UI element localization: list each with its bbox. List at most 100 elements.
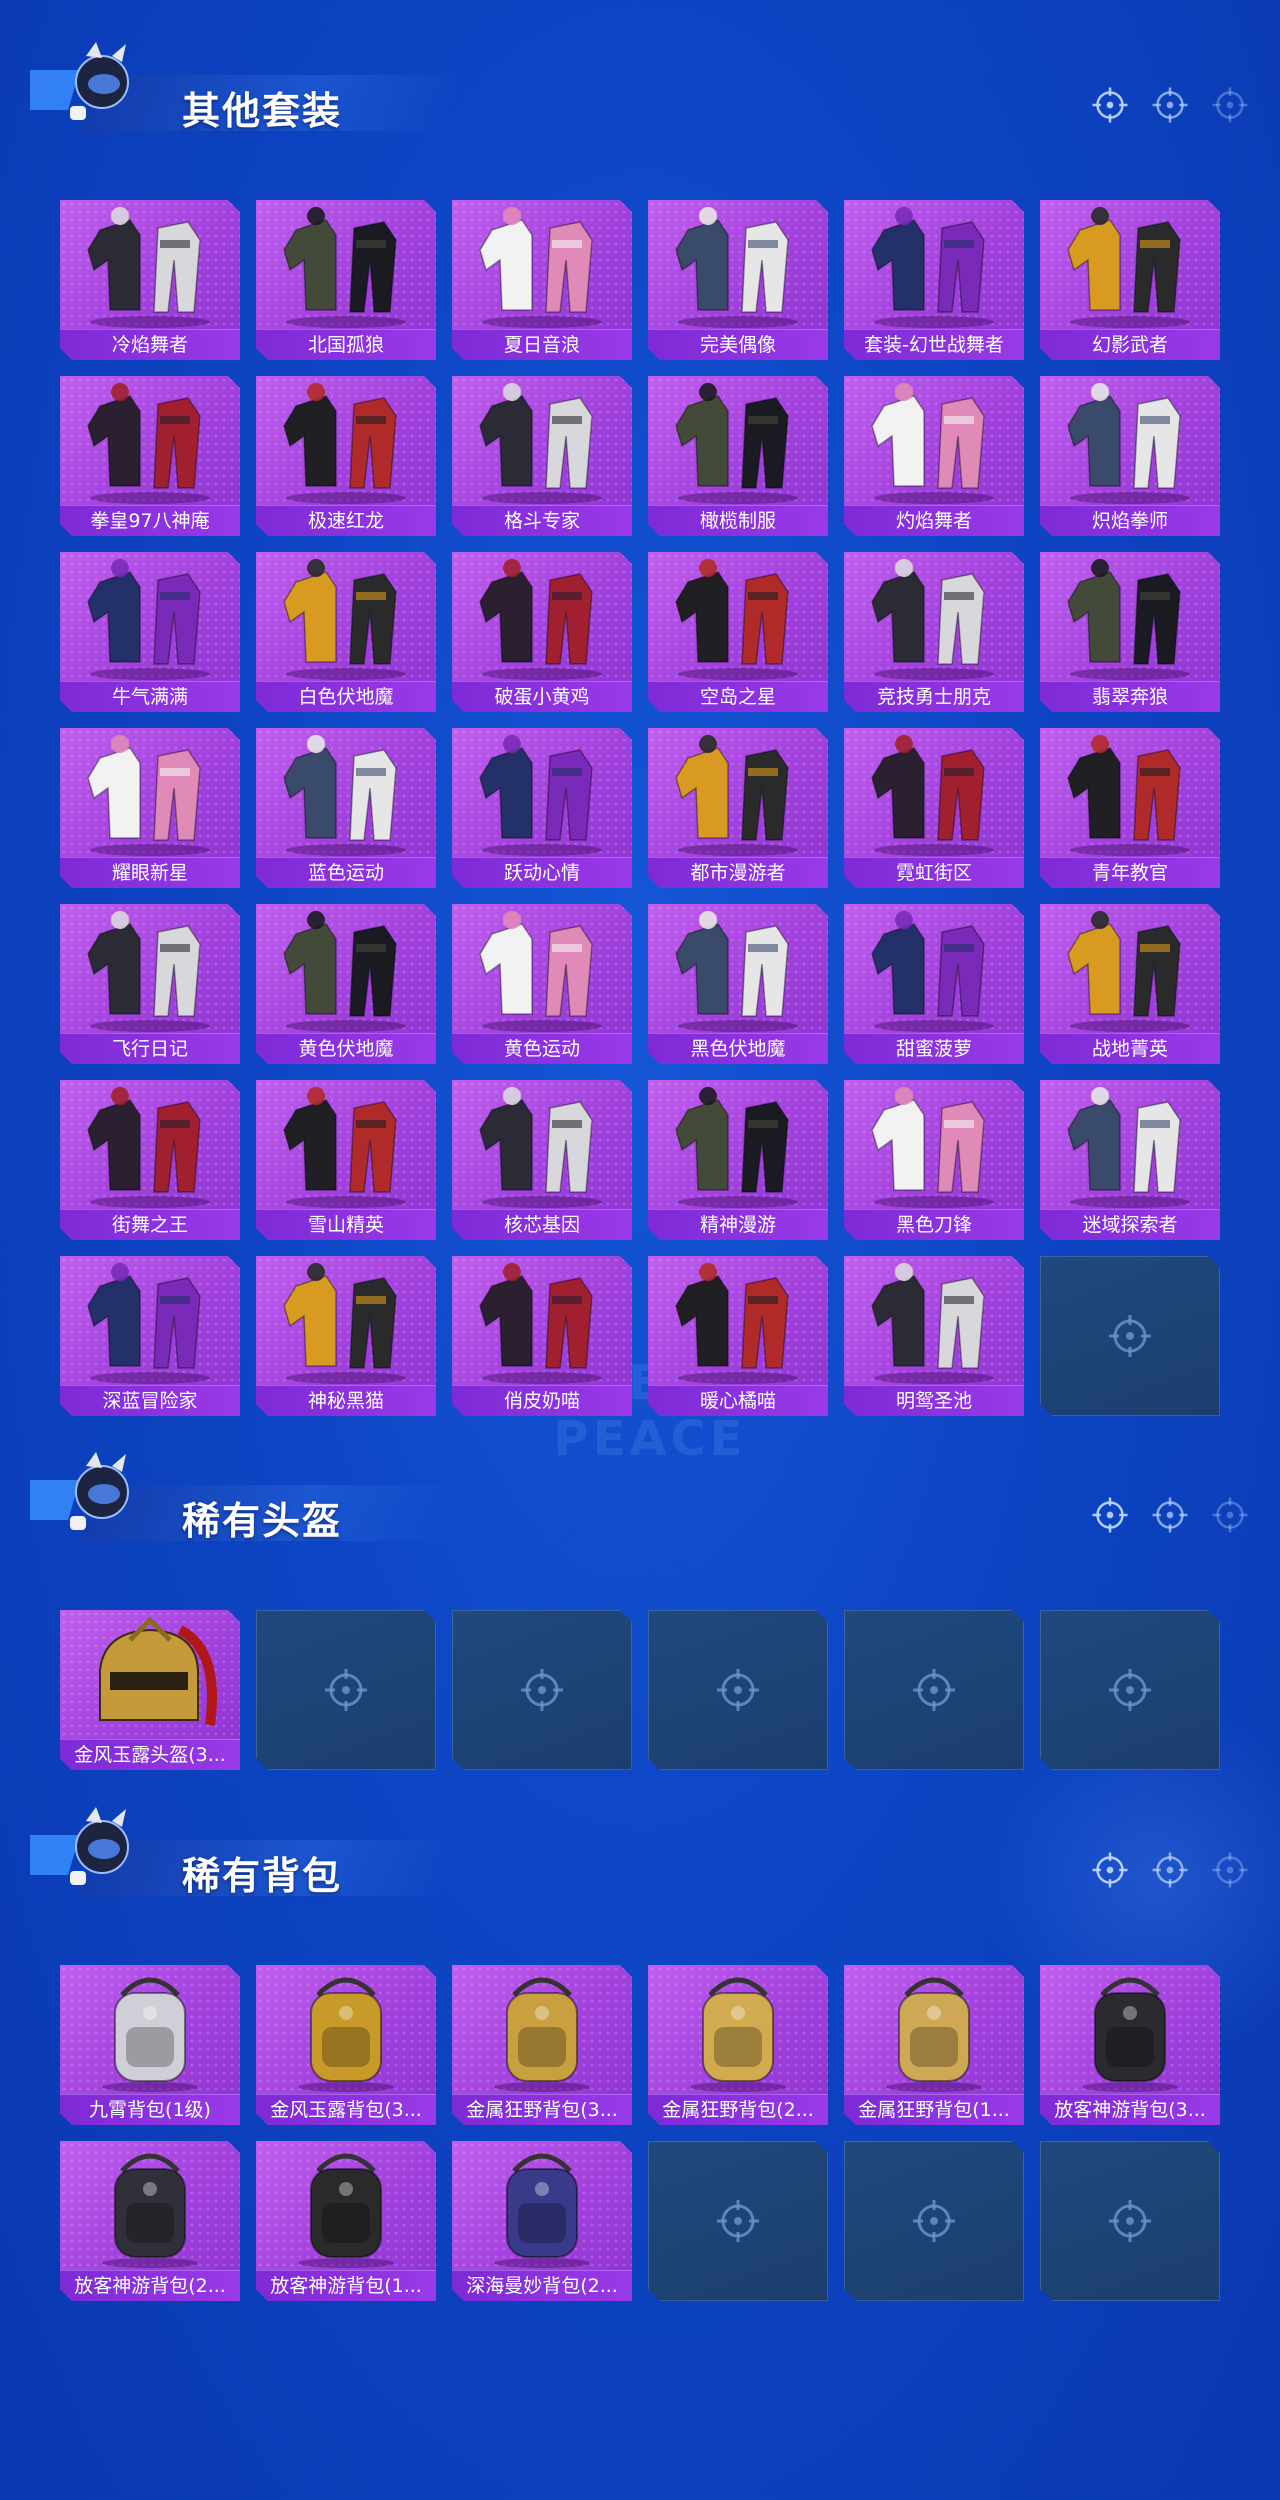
item-card[interactable]: 飞行日记 [60, 904, 240, 1064]
item-card[interactable]: 金风玉露头盔(3... [60, 1610, 240, 1770]
crosshair-icon [714, 2197, 762, 2245]
item-card[interactable]: 破蛋小黄鸡 [452, 552, 632, 712]
item-card[interactable]: 雪山精英 [256, 1080, 436, 1240]
item-name: 夏日音浪 [452, 329, 632, 360]
crosshair-icon [1106, 1666, 1154, 1714]
item-card[interactable]: 黑色伏地魔 [648, 904, 828, 1064]
item-card[interactable]: 耀眼新星 [60, 728, 240, 888]
crosshair-icon [1210, 1495, 1250, 1535]
item-card[interactable]: 霓虹街区 [844, 728, 1024, 888]
item-card[interactable]: 炽焰拳师 [1040, 376, 1220, 536]
outfit-image [479, 911, 602, 1032]
item-card[interactable]: 白色伏地魔 [256, 552, 436, 712]
item-card[interactable]: 灼焰舞者 [844, 376, 1024, 536]
item-name: 金风玉露背包(3... [256, 2094, 436, 2125]
item-card[interactable]: 黑色刀锋 [844, 1080, 1024, 1240]
crosshair-icon [1210, 1850, 1250, 1890]
section-header: 稀有头盔 [0, 1440, 1280, 1550]
item-card[interactable]: 竞技勇士朋克 [844, 552, 1024, 712]
item-card[interactable]: 格斗专家 [452, 376, 632, 536]
item-card[interactable]: 深海曼妙背包(2... [452, 2141, 632, 2301]
item-card[interactable]: 核芯基因 [452, 1080, 632, 1240]
item-name: 牛气满满 [60, 681, 240, 712]
item-card[interactable]: 完美偶像 [648, 200, 828, 360]
item-card[interactable]: 蓝色运动 [256, 728, 436, 888]
item-name: 完美偶像 [648, 329, 828, 360]
item-card[interactable]: 牛气满满 [60, 552, 240, 712]
item-card[interactable]: 黄色伏地魔 [256, 904, 436, 1064]
item-card[interactable]: 九霄背包(1级) [60, 1965, 240, 2125]
item-card[interactable]: 翡翠奔狼 [1040, 552, 1220, 712]
outfit-image [479, 207, 602, 328]
item-card[interactable]: 空岛之星 [648, 552, 828, 712]
item-card[interactable]: 俏皮奶喵 [452, 1256, 632, 1416]
empty-slot [1040, 1610, 1220, 1770]
item-card[interactable]: 黄色运动 [452, 904, 632, 1064]
item-card[interactable]: 战地菁英 [1040, 904, 1220, 1064]
item-name: 金属狂野背包(1... [844, 2094, 1024, 2125]
item-card[interactable]: 精神漫游 [648, 1080, 828, 1240]
backpack-image [886, 1977, 982, 2092]
section-title: 其他套装 [182, 89, 343, 133]
item-card[interactable]: 放客神游背包(1... [256, 2141, 436, 2301]
backpack-image [102, 2153, 198, 2268]
header-crosshair-decor [1090, 1850, 1250, 1890]
item-card[interactable]: 青年教官 [1040, 728, 1220, 888]
item-card[interactable]: 拳皇97八神庵 [60, 376, 240, 536]
item-card[interactable]: 都市漫游者 [648, 728, 828, 888]
item-card[interactable]: 金属狂野背包(1... [844, 1965, 1024, 2125]
item-card[interactable]: 金属狂野背包(2... [648, 1965, 828, 2125]
backpack-image [102, 1977, 198, 2092]
header-crosshair-decor [1090, 85, 1250, 125]
outfit-image [871, 559, 994, 680]
outfit-image [87, 735, 210, 856]
item-card[interactable]: 迷域探索者 [1040, 1080, 1220, 1240]
outfit-image [479, 1263, 602, 1384]
item-card[interactable]: 极速红龙 [256, 376, 436, 536]
item-card[interactable]: 甜蜜菠萝 [844, 904, 1024, 1064]
item-name: 极速红龙 [256, 505, 436, 536]
item-card[interactable]: 冷焰舞者 [60, 200, 240, 360]
item-card[interactable]: 金风玉露背包(3... [256, 1965, 436, 2125]
crosshair-icon [910, 2197, 958, 2245]
mascot-icon [20, 40, 170, 130]
outfit-image [871, 1263, 994, 1384]
item-name: 跃动心情 [452, 857, 632, 888]
item-card[interactable]: 放客神游背包(3... [1040, 1965, 1220, 2125]
item-card[interactable]: 跃动心情 [452, 728, 632, 888]
item-card[interactable]: 深蓝冒险家 [60, 1256, 240, 1416]
empty-slot [452, 1610, 632, 1770]
item-name: 战地菁英 [1040, 1033, 1220, 1064]
item-card[interactable]: 北国孤狼 [256, 200, 436, 360]
item-card[interactable]: 明鸳圣池 [844, 1256, 1024, 1416]
empty-slot [648, 2141, 828, 2301]
crosshair-icon [1106, 2197, 1154, 2245]
item-name: 明鸳圣池 [844, 1385, 1024, 1416]
item-name: 飞行日记 [60, 1033, 240, 1064]
item-card[interactable]: 神秘黑猫 [256, 1256, 436, 1416]
item-name: 白色伏地魔 [256, 681, 436, 712]
item-card[interactable]: 街舞之王 [60, 1080, 240, 1240]
item-card[interactable]: 夏日音浪 [452, 200, 632, 360]
item-card[interactable]: 橄榄制服 [648, 376, 828, 536]
outfit-image [283, 207, 406, 328]
item-card[interactable]: 暖心橘喵 [648, 1256, 828, 1416]
outfit-image [871, 207, 994, 328]
item-name: 精神漫游 [648, 1209, 828, 1240]
item-name: 青年教官 [1040, 857, 1220, 888]
item-card[interactable]: 金属狂野背包(3... [452, 1965, 632, 2125]
section-title: 稀有背包 [182, 1854, 343, 1898]
item-name: 俏皮奶喵 [452, 1385, 632, 1416]
crosshair-icon [1090, 1495, 1130, 1535]
item-card[interactable]: 放客神游背包(2... [60, 2141, 240, 2301]
item-card[interactable]: 幻影武者 [1040, 200, 1220, 360]
outfit-image [87, 1087, 210, 1208]
crosshair-icon [714, 1666, 762, 1714]
outfit-image [283, 559, 406, 680]
item-name: 炽焰拳师 [1040, 505, 1220, 536]
item-name: 黑色刀锋 [844, 1209, 1024, 1240]
item-grid: 冷焰舞者 北国孤狼 夏日音浪 完美偶像 套装-幻世战舞者 幻影武者拳皇97八神庵 极速红龙格… [60, 200, 1220, 1416]
crosshair-icon [518, 1666, 566, 1714]
item-card[interactable]: 套装-幻世战舞者 [844, 200, 1024, 360]
item-name: 破蛋小黄鸡 [452, 681, 632, 712]
